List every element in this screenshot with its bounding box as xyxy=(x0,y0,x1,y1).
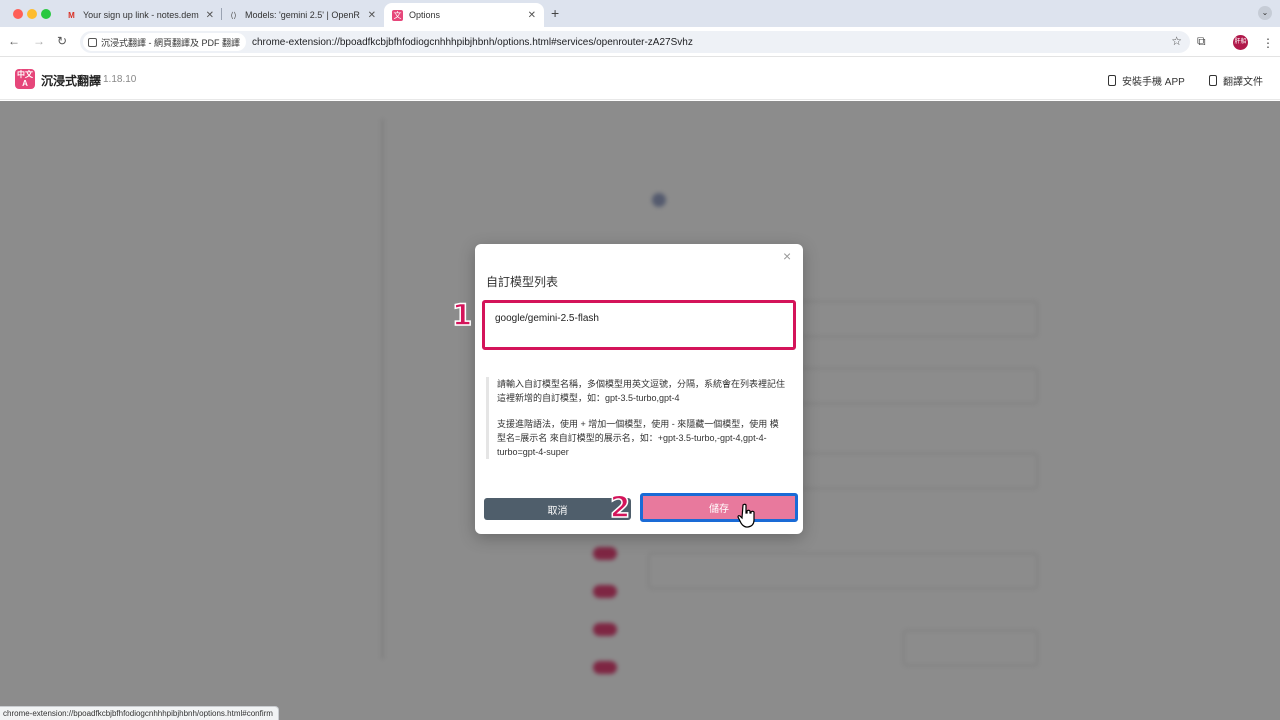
maximize-window-button[interactable] xyxy=(41,9,51,19)
translate-document-label: 翻譯文件 xyxy=(1223,77,1263,88)
cancel-button[interactable]: 取消 xyxy=(484,498,631,520)
install-mobile-app-link[interactable]: 安裝手機 APP xyxy=(1108,73,1185,88)
browser-tab-gmail[interactable]: M Your sign up link - notes.dem ✕ xyxy=(58,3,222,27)
tab-title: Options xyxy=(409,10,441,20)
app-header: 中文A 沉浸式翻譯 1.18.10 安裝手機 APP 翻譯文件 xyxy=(0,58,1280,100)
puzzle-icon xyxy=(88,37,97,47)
tab-title: Models: 'gemini 2.5' | OpenR xyxy=(245,10,360,20)
back-icon[interactable]: ← xyxy=(8,34,20,48)
phone-icon xyxy=(1108,75,1116,86)
browser-tab-strip: M Your sign up link - notes.dem ✕ ⟨⟩ Mod… xyxy=(0,0,1280,27)
tab-search-icon[interactable]: ⌄ xyxy=(1258,6,1272,20)
close-tab-icon[interactable]: ✕ xyxy=(528,10,536,21)
minimize-window-button[interactable] xyxy=(27,9,37,19)
install-mobile-app-label: 安裝手機 APP xyxy=(1122,77,1185,88)
close-icon[interactable]: × xyxy=(783,248,791,264)
app-version: 1.18.10 xyxy=(103,74,137,85)
address-bar[interactable]: 沉浸式翻譯 - 網頁翻譯及 PDF 翻譯 chrome-extension://… xyxy=(80,31,1190,53)
extensions-icon[interactable]: ⧉ xyxy=(1197,34,1206,49)
menu-icon[interactable]: ⋮ xyxy=(1262,36,1274,50)
immersive-translate-icon: 文 xyxy=(392,9,403,21)
browser-toolbar: ← → ↻ 沉浸式翻譯 - 網頁翻譯及 PDF 翻譯 chrome-extens… xyxy=(0,27,1280,57)
translate-document-link[interactable]: 翻譯文件 xyxy=(1209,73,1263,88)
save-button[interactable]: 儲存 xyxy=(640,493,798,522)
document-icon xyxy=(1209,75,1217,86)
openrouter-icon: ⟨⟩ xyxy=(230,10,237,20)
reload-icon[interactable]: ↻ xyxy=(57,34,67,48)
dialog-title: 自訂模型列表 xyxy=(486,275,559,289)
extension-chip-label: 沉浸式翻譯 - 網頁翻譯及 PDF 翻譯 xyxy=(101,37,240,48)
extension-site-chip[interactable]: 沉浸式翻譯 - 網頁翻譯及 PDF 翻譯 xyxy=(83,33,246,51)
custom-model-input[interactable]: google/gemini-2.5-flash xyxy=(482,300,796,350)
close-window-button[interactable] xyxy=(13,9,23,19)
close-tab-icon[interactable]: ✕ xyxy=(206,10,214,21)
custom-model-list-dialog: × 自訂模型列表 google/gemini-2.5-flash 請輸入自訂模型… xyxy=(475,244,803,534)
new-tab-button[interactable]: + xyxy=(551,5,559,21)
hand-cursor-icon xyxy=(737,503,755,528)
bookmark-star-icon[interactable]: ☆ xyxy=(1171,34,1182,48)
hint-advanced: 支援進階語法，使用 + 增加一個模型，使用 - 來隱藏一個模型，使用 模型名=展… xyxy=(497,419,779,457)
gmail-icon: M xyxy=(68,10,75,20)
status-bar-url: chrome-extension://bpoadfkcbjbfhfodiogcn… xyxy=(0,706,279,720)
url-text[interactable]: chrome-extension://bpoadfkcbjbfhfodiogcn… xyxy=(252,37,693,48)
close-tab-icon[interactable]: ✕ xyxy=(368,10,376,21)
browser-tab-options[interactable]: 文 Options ✕ xyxy=(384,3,544,27)
dialog-hint: 請輸入自訂模型名稱，多個模型用英文逗號，分隔，系統會在列表裡記住這裡新增的自訂模… xyxy=(486,377,786,459)
tab-title: Your sign up link - notes.dem xyxy=(83,10,199,20)
browser-tab-openrouter[interactable]: ⟨⟩ Models: 'gemini 2.5' | OpenR ✕ xyxy=(220,3,384,27)
logo-text: 中文A xyxy=(17,70,33,88)
step-1-badge: 1 xyxy=(451,297,473,333)
avatar[interactable]: 肝船 xyxy=(1233,35,1248,50)
step-2-badge: 2 xyxy=(609,489,631,525)
forward-icon[interactable]: → xyxy=(33,34,45,48)
hint-basic: 請輸入自訂模型名稱，多個模型用英文逗號，分隔，系統會在列表裡記住這裡新增的自訂模… xyxy=(497,379,786,403)
app-logo: 中文A xyxy=(15,69,35,89)
app-name: 沉浸式翻譯 xyxy=(41,74,102,88)
